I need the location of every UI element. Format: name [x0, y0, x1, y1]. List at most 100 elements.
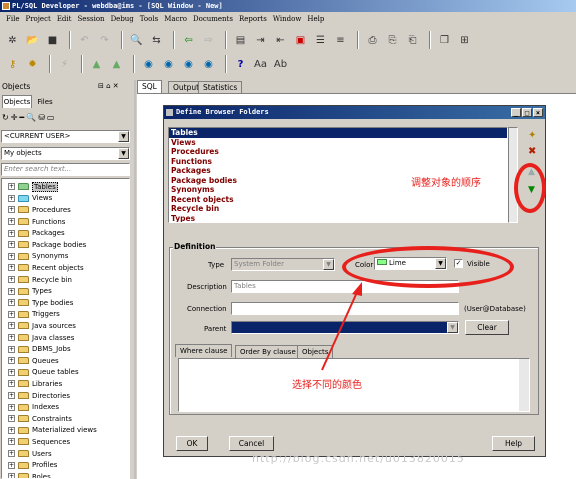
undo-icon[interactable]: ↶: [76, 32, 93, 49]
expand-icon[interactable]: +: [8, 206, 15, 214]
help-button[interactable]: Help: [492, 436, 535, 451]
page-icon[interactable]: ▤: [232, 32, 249, 49]
expand-icon[interactable]: +: [8, 194, 15, 202]
menu-macro[interactable]: Macro: [164, 15, 187, 23]
delete-folder-icon[interactable]: ✖: [528, 146, 536, 157]
expand-icon[interactable]: +: [8, 345, 15, 353]
print-icon[interactable]: ⎙: [364, 32, 381, 49]
panel-splitter[interactable]: [134, 80, 136, 479]
expand-icon[interactable]: +: [8, 473, 15, 478]
key-icon[interactable]: ⚷: [4, 56, 21, 73]
folder-list-item[interactable]: Procedures: [169, 147, 507, 157]
expand-icon[interactable]: +: [8, 426, 15, 434]
help-icon[interactable]: ?: [232, 56, 249, 73]
tree-item[interactable]: + Queue tables: [8, 367, 79, 379]
db-logon-icon[interactable]: ◉: [160, 56, 177, 73]
tree-item[interactable]: + Tables: [8, 181, 58, 193]
tree-item[interactable]: + Package bodies: [8, 239, 86, 251]
tree-item[interactable]: + Recycle bin: [8, 274, 72, 286]
expand-icon[interactable]: +: [8, 380, 15, 388]
uncomment-icon[interactable]: ≡: [332, 32, 349, 49]
import-icon[interactable]: ⇦: [180, 32, 197, 49]
tree-item[interactable]: + Type bodies: [8, 297, 73, 309]
expand-icon[interactable]: +: [8, 252, 15, 260]
expand-icon[interactable]: +: [8, 183, 15, 191]
tree-item[interactable]: + Roles: [8, 471, 51, 478]
print-preview-icon[interactable]: ⎘: [384, 32, 401, 49]
describe-icon[interactable]: Ab: [272, 56, 289, 73]
db-connect-icon[interactable]: ◉: [140, 56, 157, 73]
tree-item[interactable]: + Indexes: [8, 401, 59, 413]
menu-project[interactable]: Project: [25, 15, 50, 23]
find-icon[interactable]: 🔍: [26, 113, 38, 122]
folder-list-item[interactable]: Functions: [169, 157, 507, 167]
tree-item[interactable]: + Users: [8, 448, 52, 460]
tree-item[interactable]: + Materialized views: [8, 425, 97, 437]
expand-icon[interactable]: +: [8, 368, 15, 376]
expand-icon[interactable]: +: [8, 322, 15, 330]
filter-select[interactable]: My objects ▼: [1, 147, 130, 160]
menu-session[interactable]: Session: [77, 15, 104, 23]
execute-icon[interactable]: ✹: [24, 56, 41, 73]
rollback-icon[interactable]: ▲: [108, 56, 125, 73]
menu-help[interactable]: Help: [307, 15, 324, 23]
tab-objects[interactable]: Objects: [2, 95, 32, 108]
replace-icon[interactable]: ⇆: [148, 32, 165, 49]
expand-icon[interactable]: +: [8, 334, 15, 342]
tree-item[interactable]: + Directories: [8, 390, 70, 402]
tree-item[interactable]: + Packages: [8, 227, 65, 239]
tree-item[interactable]: + Constraints: [8, 413, 72, 425]
tree-item[interactable]: + Triggers: [8, 309, 60, 321]
menu-window[interactable]: Window: [273, 15, 302, 23]
cascade-icon[interactable]: ❐: [436, 32, 453, 49]
menu-tools[interactable]: Tools: [140, 15, 158, 23]
export-icon[interactable]: ⇨: [200, 32, 217, 49]
filter-icon[interactable]: ⛁: [38, 113, 47, 122]
expand-icon[interactable]: +: [8, 438, 15, 446]
expand-icon[interactable]: +: [8, 276, 15, 284]
expand-icon[interactable]: +: [8, 392, 15, 400]
indent-icon[interactable]: ⇥: [252, 32, 269, 49]
clear-button[interactable]: Clear: [465, 320, 509, 335]
menu-debug[interactable]: Debug: [111, 15, 134, 23]
minimize-icon[interactable]: _: [511, 108, 521, 117]
expand-icon[interactable]: +: [8, 299, 15, 307]
tree-item[interactable]: + Procedures: [8, 204, 71, 216]
tree-item[interactable]: + Sequences: [8, 436, 70, 448]
ok-button[interactable]: OK: [176, 436, 208, 451]
tab-sql[interactable]: SQL: [137, 80, 162, 93]
maximize-icon[interactable]: □: [522, 108, 532, 117]
open-icon[interactable]: 📂: [24, 32, 41, 49]
tree-item[interactable]: + Java classes: [8, 332, 74, 344]
tree-item[interactable]: + Synonyms: [8, 251, 68, 263]
folder-list-item[interactable]: Types: [169, 214, 507, 223]
new-icon[interactable]: ✲: [4, 32, 21, 49]
tab-order-by-clause[interactable]: Order By clause: [235, 345, 301, 358]
user-select[interactable]: <CURRENT USER> ▼: [1, 130, 130, 143]
search-input[interactable]: Enter search text...: [1, 163, 130, 176]
tile-icon[interactable]: ⊞: [456, 32, 473, 49]
tree-item[interactable]: + Types: [8, 285, 52, 297]
expand-icon[interactable]: +: [8, 357, 15, 365]
folder-list-item[interactable]: Recent objects: [169, 195, 507, 205]
tree-item[interactable]: + Queues: [8, 355, 59, 367]
break-icon[interactable]: ⚡: [56, 56, 73, 73]
tree-item[interactable]: + Libraries: [8, 378, 62, 390]
db-session-icon[interactable]: ◉: [200, 56, 217, 73]
folder-icon[interactable]: ▭: [47, 113, 57, 122]
refresh-icon[interactable]: ↻: [2, 113, 11, 122]
expand-icon[interactable]: +: [8, 415, 15, 423]
save-icon[interactable]: ■: [44, 32, 61, 49]
db-logoff-icon[interactable]: ◉: [180, 56, 197, 73]
tree-item[interactable]: + Java sources: [8, 320, 76, 332]
new-folder-icon[interactable]: ✦: [528, 130, 536, 141]
comment-icon[interactable]: ☰: [312, 32, 329, 49]
chevron-down-icon[interactable]: ▼: [118, 131, 129, 142]
expand-icon[interactable]: +: [8, 403, 15, 411]
expand-icon[interactable]: +: [8, 241, 15, 249]
expand-icon[interactable]: +: [8, 229, 15, 237]
menu-reports[interactable]: Reports: [239, 15, 267, 23]
close-icon[interactable]: ×: [533, 108, 543, 117]
expand-icon[interactable]: +: [8, 218, 15, 226]
expand-icon[interactable]: +: [8, 450, 15, 458]
